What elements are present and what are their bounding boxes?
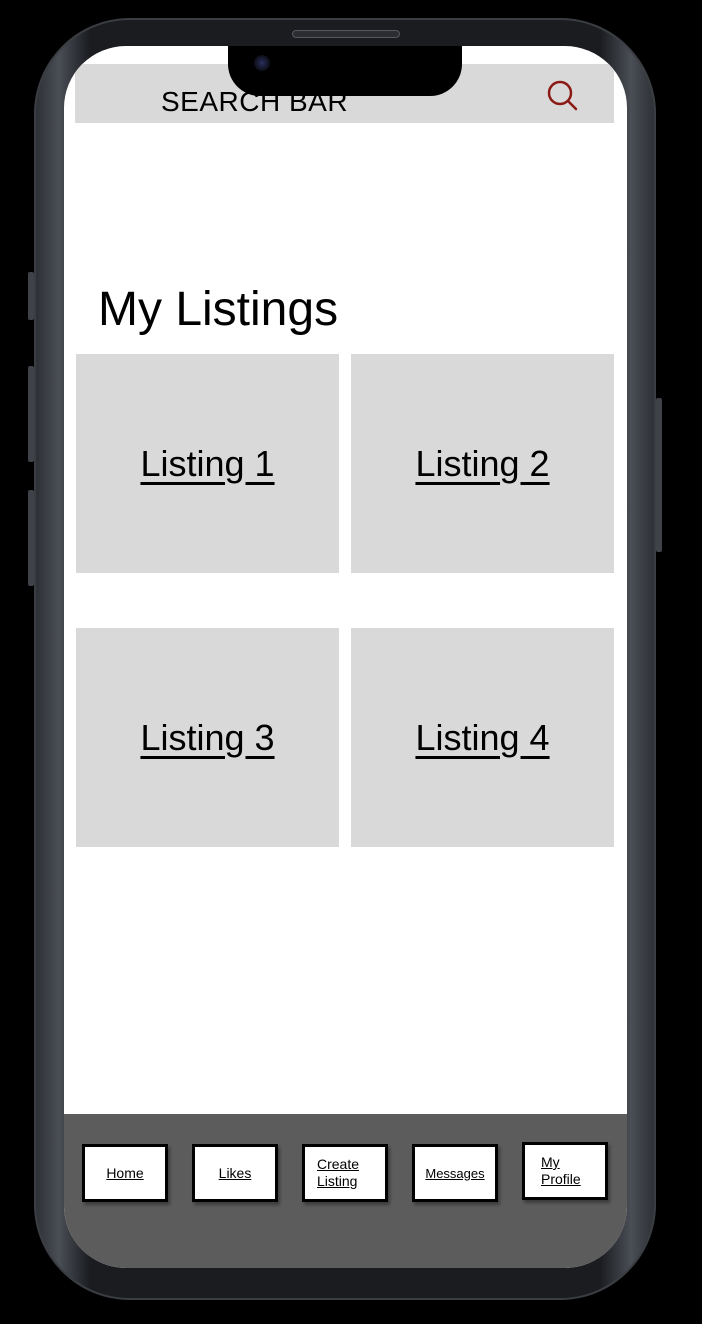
power-button <box>656 398 662 552</box>
volume-down-button <box>28 490 34 586</box>
nav-my-profile-button[interactable]: My Profile <box>522 1142 608 1200</box>
speaker-grille <box>292 30 400 38</box>
page-title: My Listings <box>98 283 339 336</box>
listing-card-1[interactable]: Listing 1 <box>76 354 339 573</box>
listing-card-4[interactable]: Listing 4 <box>351 628 614 847</box>
listing-card-label[interactable]: Listing 1 <box>140 443 274 485</box>
notch <box>228 46 462 96</box>
phone-screen: SEARCH BAR My Listings Listing 1 Listing… <box>64 46 627 1268</box>
listing-card-label[interactable]: Listing 2 <box>415 443 549 485</box>
mute-switch <box>28 272 34 320</box>
search-icon[interactable] <box>545 78 579 112</box>
listing-card-2[interactable]: Listing 2 <box>351 354 614 573</box>
listing-card-label[interactable]: Listing 4 <box>415 717 549 759</box>
nav-home-button[interactable]: Home <box>82 1144 168 1202</box>
nav-likes-label: Likes <box>218 1164 252 1181</box>
front-camera <box>254 55 270 71</box>
nav-likes-button[interactable]: Likes <box>192 1144 278 1202</box>
nav-messages-button[interactable]: Messages <box>412 1144 498 1202</box>
nav-create-listing-button[interactable]: Create Listing <box>302 1144 388 1202</box>
listing-card-3[interactable]: Listing 3 <box>76 628 339 847</box>
listing-card-label[interactable]: Listing 3 <box>140 717 274 759</box>
volume-up-button <box>28 366 34 462</box>
nav-messages-label: Messages <box>425 1165 485 1181</box>
bottom-nav: Home Likes Create Listing Messages My Pr… <box>64 1114 627 1268</box>
nav-home-label: Home <box>106 1164 144 1181</box>
nav-create-listing-label: Create Listing <box>317 1156 360 1189</box>
nav-my-profile-label: My Profile <box>541 1154 581 1187</box>
